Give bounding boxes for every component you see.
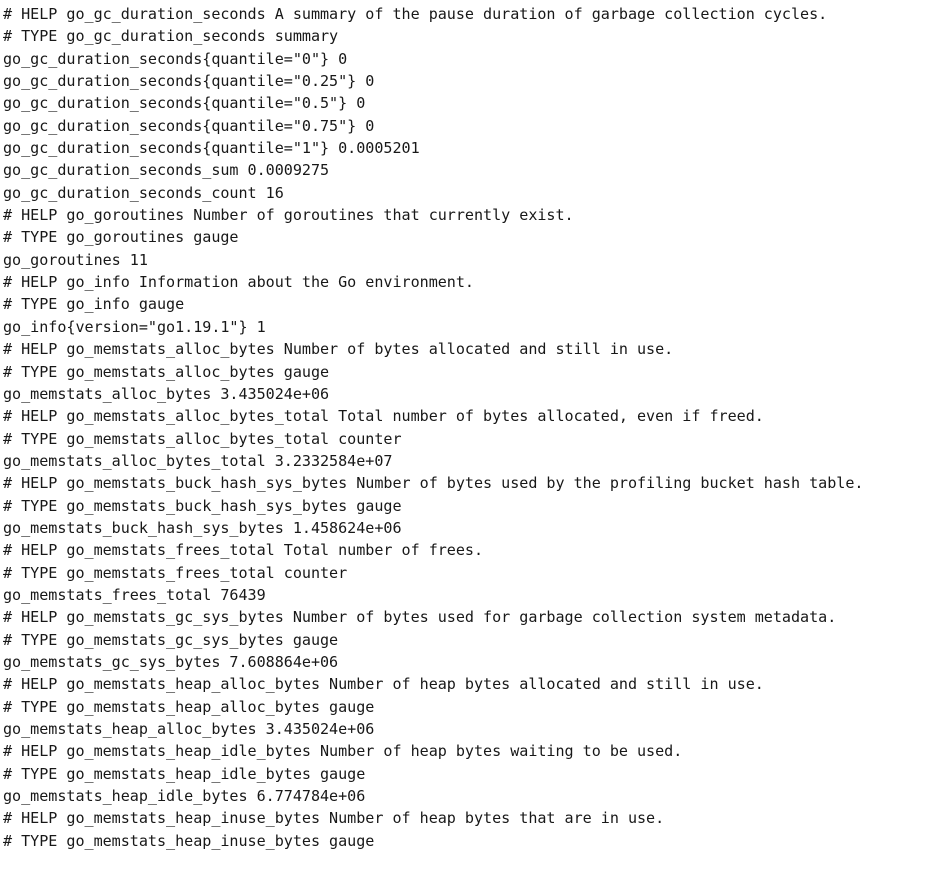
metrics-line: # HELP go_gc_duration_seconds A summary …: [3, 5, 828, 23]
metrics-line: # HELP go_info Information about the Go …: [3, 273, 474, 292]
metrics-line: # HELP go_memstats_buck_hash_sys_bytes N…: [3, 474, 864, 493]
metrics-line: go_memstats_buck_hash_sys_bytes 1.458624…: [3, 518, 402, 537]
metrics-line: # TYPE go_memstats_gc_sys_bytes gauge: [3, 630, 339, 649]
metrics-line: go_memstats_gc_sys_bytes 7.608864e+06: [3, 652, 339, 671]
metrics-line: go_memstats_heap_alloc_bytes 3.435024e+0…: [3, 720, 375, 738]
metrics-line: go_memstats_alloc_bytes 3.435024e+06: [3, 384, 330, 403]
metrics-line: go_gc_duration_seconds{quantile="0.75"} …: [3, 116, 375, 135]
metrics-line: # HELP go_memstats_alloc_bytes Number of…: [3, 340, 674, 359]
metrics-line: # TYPE go_memstats_buck_hash_sys_bytes g…: [3, 496, 402, 515]
metrics-line: # TYPE go_memstats_heap_idle_bytes gauge: [3, 764, 366, 783]
metrics-line: # HELP go_memstats_frees_total Total num…: [3, 541, 484, 560]
metrics-line: go_gc_duration_seconds{quantile="0.25"} …: [3, 72, 375, 91]
metrics-line: go_gc_duration_seconds_sum 0.0009275: [3, 161, 330, 180]
metrics-line: # TYPE go_info gauge: [3, 295, 185, 314]
metrics-line: # TYPE go_memstats_alloc_bytes_total cou…: [3, 429, 402, 448]
metrics-line: # HELP go_memstats_heap_inuse_bytes Numb…: [3, 809, 665, 828]
metrics-line: # TYPE go_memstats_alloc_bytes gauge: [3, 362, 330, 381]
metrics-line: go_goroutines 11: [3, 250, 148, 269]
metrics-line: go_gc_duration_seconds{quantile="0.5"} 0: [3, 94, 366, 113]
metrics-plaintext-output: # HELP go_gc_duration_seconds A summary …: [0, 0, 932, 852]
metrics-line: # HELP go_memstats_heap_idle_bytes Numbe…: [3, 742, 683, 761]
metrics-line: # HELP go_memstats_heap_alloc_bytes Numb…: [3, 675, 764, 694]
metrics-line: # HELP go_memstats_alloc_bytes_total Tot…: [3, 407, 764, 426]
metrics-line: # HELP go_goroutines Number of goroutine…: [3, 206, 574, 225]
metrics-line: go_memstats_heap_idle_bytes 6.774784e+06: [3, 787, 366, 806]
metrics-line: # TYPE go_memstats_frees_total counter: [3, 563, 348, 582]
metrics-line: go_gc_duration_seconds_count 16: [3, 183, 284, 202]
metrics-line: # TYPE go_memstats_heap_alloc_bytes gaug…: [3, 697, 375, 716]
metrics-line: go_memstats_frees_total 76439: [3, 585, 266, 604]
metrics-line: go_memstats_alloc_bytes_total 3.2332584e…: [3, 451, 393, 470]
metrics-line: go_gc_duration_seconds{quantile="0"} 0: [3, 49, 348, 68]
metrics-line: go_gc_duration_seconds{quantile="1"} 0.0…: [3, 139, 420, 158]
metrics-line: # TYPE go_memstats_heap_inuse_bytes gaug…: [3, 831, 375, 850]
metrics-line: go_info{version="go1.19.1"} 1: [3, 317, 266, 336]
metrics-line: # HELP go_memstats_gc_sys_bytes Number o…: [3, 608, 837, 627]
metrics-line: # TYPE go_gc_duration_seconds summary: [3, 27, 339, 46]
metrics-line: # TYPE go_goroutines gauge: [3, 228, 239, 247]
